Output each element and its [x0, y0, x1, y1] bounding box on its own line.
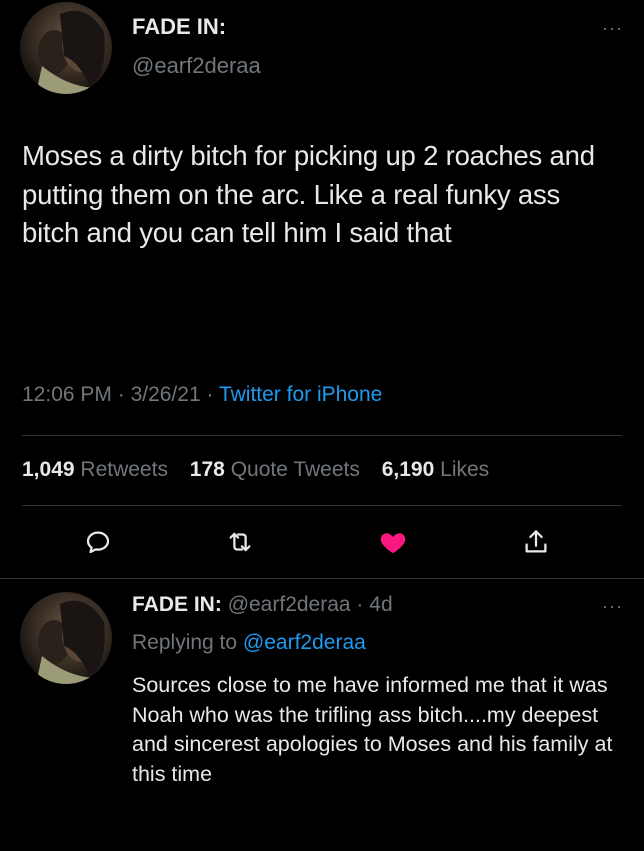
- author-handle[interactable]: @earf2deraa: [228, 593, 351, 616]
- tweet-stats: 1,049 Retweets 178 Quote Tweets 6,190 Li…: [22, 458, 505, 482]
- divider: [22, 435, 622, 436]
- tweet-age: 4d: [369, 593, 393, 616]
- tweet-meta: 12:06 PM · 3/26/21 · Twitter for iPhone: [22, 383, 382, 407]
- avatar[interactable]: [20, 592, 112, 684]
- retweet-icon: [229, 532, 251, 552]
- like-button[interactable]: [373, 522, 413, 562]
- tweet-separator: [0, 578, 644, 579]
- likes-stat[interactable]: 6,190 Likes: [382, 458, 489, 481]
- retweets-label: Retweets: [80, 458, 168, 481]
- author-handle[interactable]: @earf2deraa: [132, 53, 261, 79]
- more-options-icon[interactable]: ···: [602, 18, 623, 39]
- profile-photo-icon: [36, 10, 105, 94]
- more-options-icon[interactable]: ···: [602, 596, 623, 617]
- quotes-label: Quote Tweets: [230, 458, 360, 481]
- reply-button[interactable]: [78, 522, 118, 562]
- retweets-stat[interactable]: 1,049 Retweets: [22, 458, 168, 481]
- likes-label: Likes: [440, 458, 490, 481]
- tweet-text: Sources close to me have informed me tha…: [132, 673, 613, 786]
- quotes-count: 178: [189, 458, 225, 481]
- meta-separator: ·: [350, 593, 370, 616]
- meta-separator: ·: [206, 383, 219, 406]
- reply-header: FADE IN: @earf2deraa · 4d: [132, 593, 393, 617]
- profile-photo-icon: [36, 600, 105, 684]
- tweet-date: 3/26/21: [130, 383, 201, 406]
- retweet-button[interactable]: [220, 522, 260, 562]
- retweets-count: 1,049: [22, 458, 75, 481]
- tweet-time: 12:06 PM: [22, 383, 112, 406]
- reply-icon: [86, 531, 110, 554]
- author-name[interactable]: FADE IN:: [132, 14, 226, 40]
- heart-filled-icon: [380, 533, 406, 554]
- quote-tweets-stat[interactable]: 178 Quote Tweets: [190, 458, 360, 481]
- likes-count: 6,190: [381, 458, 435, 481]
- replying-prefix: Replying to: [132, 631, 238, 654]
- replying-to-mention[interactable]: @earf2deraa: [243, 631, 366, 654]
- replying-to: Replying to @earf2deraa: [132, 631, 366, 655]
- divider: [22, 505, 622, 506]
- tweet-source-link[interactable]: Twitter for iPhone: [219, 383, 382, 406]
- tweet-text: Moses a dirty bitch for picking up 2 roa…: [22, 140, 595, 248]
- share-icon: [525, 530, 547, 553]
- avatar[interactable]: [20, 2, 112, 94]
- share-button[interactable]: [516, 522, 556, 562]
- meta-separator: ·: [117, 383, 131, 406]
- author-name[interactable]: FADE IN:: [132, 593, 222, 616]
- tweet-actions: [0, 522, 644, 562]
